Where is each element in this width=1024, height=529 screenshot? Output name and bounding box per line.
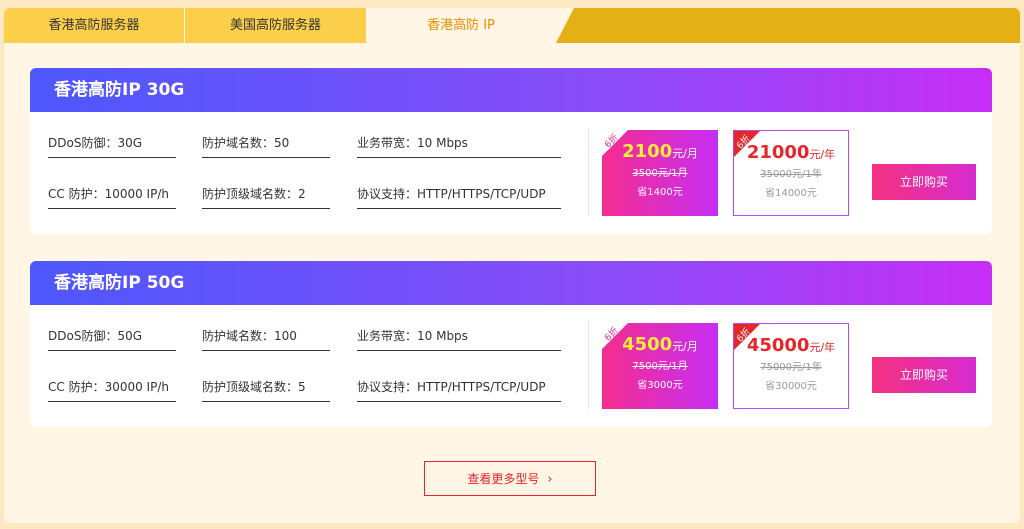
tab-hk-ip[interactable]: 香港高防 IP [366,8,574,43]
savings: 省14000元 [765,188,817,199]
price-unit: 元/月 [672,340,698,353]
spec-top-domains: 防护顶级域名数：2 [202,179,330,209]
savings: 省1400元 [637,187,683,198]
monthly-price-option[interactable]: 6折 4500元/月 7500元/1月 省3000元 [602,323,718,409]
tab-bar-fill [552,8,1020,43]
spec-cc: CC 防护：30000 IP/h [48,372,176,402]
more-models-button[interactable]: 查看更多型号 › [424,461,596,496]
chevron-right-icon: › [547,472,553,487]
spec-top-domains: 防护顶级域名数：5 [202,372,330,402]
spec-protocols: 协议支持：HTTP/HTTPS/TCP/UDP [357,179,561,209]
buy-button[interactable]: 立即购买 [872,164,976,200]
divider [588,128,589,216]
product-panel: 香港高防服务器 美国高防服务器 香港高防 IP 香港高防IP 30G DDoS防… [4,8,1020,523]
tab-bar: 香港高防服务器 美国高防服务器 香港高防 IP [4,8,1020,43]
original-price: 7500元/1月 [632,361,688,372]
original-price: 75000元/1年 [760,362,822,373]
buy-button[interactable]: 立即购买 [872,357,976,393]
tab-hk-server[interactable]: 香港高防服务器 [4,8,184,43]
original-price: 35000元/1年 [760,169,822,180]
spec-bandwidth: 业务带宽：10 Mbps [357,128,561,158]
spec-domains: 防护域名数：100 [202,321,330,351]
yearly-price-option[interactable]: 6折 45000元/年 75000元/1年 省30000元 [733,323,849,409]
yearly-price-option[interactable]: 6折 21000元/年 35000元/1年 省14000元 [733,130,849,216]
product-title: 香港高防IP 30G [30,68,992,112]
product-card-50g: 香港高防IP 50G DDoS防御：50G 防护域名数：100 业务带宽：10 … [30,261,992,427]
price-unit: 元/年 [809,148,836,161]
product-title: 香港高防IP 50G [30,261,992,305]
monthly-price-option[interactable]: 6折 2100元/月 3500元/1月 省1400元 [602,130,718,216]
divider [588,321,589,409]
spec-bandwidth: 业务带宽：10 Mbps [357,321,561,351]
product-card-30g: 香港高防IP 30G DDoS防御：30G 防护域名数：50 业务带宽：10 M… [30,68,992,234]
spec-domains: 防护域名数：50 [202,128,330,158]
price-unit: 元/月 [672,147,698,160]
savings: 省3000元 [637,380,683,391]
original-price: 3500元/1月 [632,168,688,179]
tab-us-server[interactable]: 美国高防服务器 [185,8,366,43]
spec-ddos: DDoS防御：50G [48,321,176,351]
more-models-label: 查看更多型号 [467,472,540,486]
savings: 省30000元 [765,381,817,392]
spec-protocols: 协议支持：HTTP/HTTPS/TCP/UDP [357,372,561,402]
spec-ddos: DDoS防御：30G [48,128,176,158]
price-unit: 元/年 [809,341,836,354]
spec-cc: CC 防护：10000 IP/h [48,179,176,209]
